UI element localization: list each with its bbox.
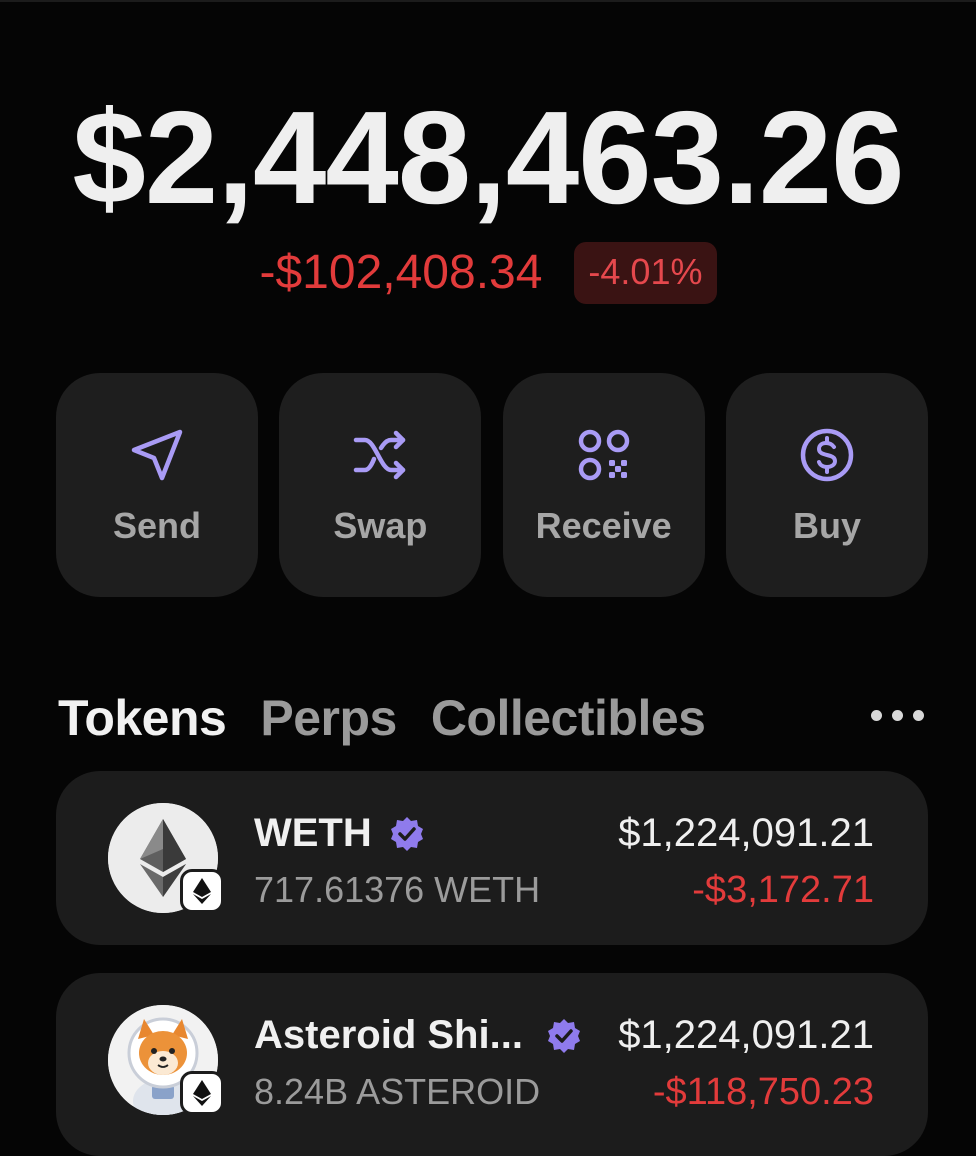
verified-badge-icon <box>390 816 423 851</box>
receive-label: Receive <box>535 505 672 546</box>
asset-tabs: Tokens Perps Collectibles <box>58 688 928 748</box>
token-name: Asteroid Shi... <box>254 1013 523 1057</box>
quick-actions: Send Swap Receive Buy <box>56 373 928 597</box>
token-row[interactable]: WETH 717.61376 WETH $1,224,091.21 -$3,17… <box>56 771 928 945</box>
send-button[interactable]: Send <box>56 373 258 597</box>
token-name: WETH <box>254 811 372 855</box>
portfolio-change-percent-badge: -4.01% <box>574 242 717 304</box>
shuffle-icon <box>350 425 410 485</box>
tab-collectibles[interactable]: Collectibles <box>431 689 706 747</box>
portfolio-change-amount: -$102,408.34 <box>259 246 543 299</box>
token-value: $1,224,091.21 <box>618 811 874 855</box>
verified-badge-icon <box>547 1018 580 1053</box>
swap-button[interactable]: Swap <box>279 373 482 597</box>
token-change: -$118,750.23 <box>652 1071 874 1113</box>
token-quantity: 8.24B ASTEROID <box>254 1071 541 1112</box>
send-icon <box>127 425 187 485</box>
buy-button[interactable]: Buy <box>725 373 928 597</box>
tab-perps[interactable]: Perps <box>260 689 397 747</box>
buy-label: Buy <box>792 505 861 546</box>
more-horizontal-icon[interactable] <box>871 710 924 721</box>
send-label: Send <box>112 505 201 546</box>
swap-label: Swap <box>333 505 428 546</box>
top-divider <box>0 0 976 2</box>
token-row[interactable]: Asteroid Shi... 8.24B ASTEROID $1,224,09… <box>56 973 928 1156</box>
ethereum-chain-icon <box>180 1071 224 1115</box>
token-quantity: 717.61376 WETH <box>254 869 541 910</box>
tab-tokens[interactable]: Tokens <box>58 689 227 747</box>
ethereum-chain-icon <box>180 869 224 913</box>
portfolio-balance: $2,448,463.26 <box>72 84 904 231</box>
token-name-row: Asteroid Shi... <box>254 1013 583 1058</box>
qr-code-icon <box>574 425 634 485</box>
token-change: -$3,172.71 <box>692 869 874 911</box>
portfolio-change-row: -$102,408.34 -4.01% <box>0 242 976 304</box>
dollar-circle-icon <box>797 425 857 485</box>
token-name-row: WETH <box>254 811 426 856</box>
token-value: $1,224,091.21 <box>618 1013 874 1057</box>
receive-button[interactable]: Receive <box>502 373 705 597</box>
